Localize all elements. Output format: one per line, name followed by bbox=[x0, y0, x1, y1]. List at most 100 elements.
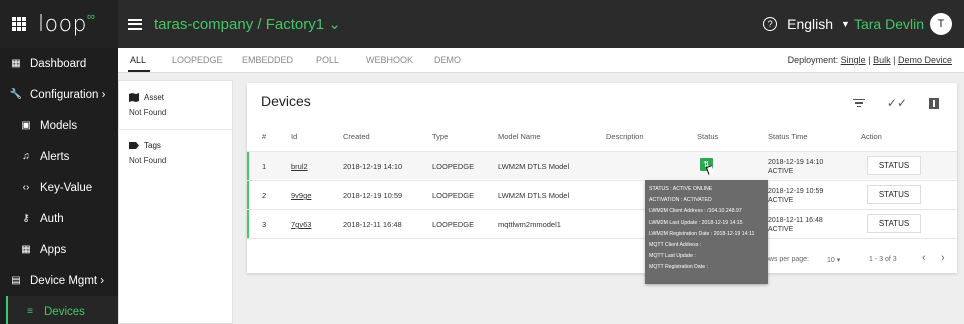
column-header[interactable]: Type bbox=[432, 132, 448, 141]
dashboard-icon: ▦ bbox=[11, 58, 21, 69]
sidebar-item-dashboard[interactable]: ▦ Dashboard bbox=[0, 48, 118, 79]
model-cell: LWM2M DTLS Model bbox=[498, 162, 570, 171]
tab-embedded[interactable]: EMBEDDED bbox=[242, 55, 293, 65]
column-header: Action bbox=[861, 132, 882, 141]
breadcrumb[interactable]: taras-company / Factory1 ⌄ bbox=[154, 15, 341, 33]
brand[interactable]: loop∞ bbox=[0, 0, 118, 48]
model-cell: mqttlwm2mmodel1 bbox=[498, 220, 561, 229]
column-header[interactable]: Created bbox=[343, 132, 370, 141]
table-row[interactable]: 1 brul2 2018-12-19 14:10 LOOPEDGE LWM2M … bbox=[247, 151, 957, 180]
column-header[interactable]: Status Time bbox=[768, 132, 808, 141]
tab-loopedge[interactable]: LOOPEDGE bbox=[172, 55, 223, 65]
next-page-button[interactable]: › bbox=[941, 252, 945, 264]
created-cell: 2018-12-19 10:59 bbox=[343, 191, 403, 200]
rows-per-page-select[interactable]: 10 ▾ bbox=[827, 256, 840, 264]
status-time-cell: 2018-12-19 14:10 ACTIVE bbox=[768, 159, 824, 175]
column-header[interactable]: Model Name bbox=[498, 132, 541, 141]
tab-all[interactable]: ALL bbox=[130, 55, 146, 65]
status-button[interactable]: STATUS bbox=[867, 185, 921, 204]
sidebar-item-alerts[interactable]: ♫ Alerts bbox=[0, 141, 118, 172]
active-tab-indicator bbox=[128, 70, 150, 72]
sidebar-item-label: Key-Value bbox=[40, 181, 93, 194]
device-type-tabs: ALL LOOPEDGE EMBEDDED POLL WEBHOOK DEMO … bbox=[118, 48, 964, 73]
sidebar-item-models[interactable]: ▣ Models bbox=[0, 110, 118, 141]
deployment-single-link[interactable]: Single bbox=[841, 55, 866, 65]
tooltip-line: LWM2M Last Update : 2018-12-19 14:15 bbox=[649, 219, 743, 226]
device-id-link[interactable]: brul2 bbox=[291, 162, 308, 171]
apps-grid-icon[interactable] bbox=[12, 17, 26, 31]
table-row[interactable]: 3 7gv63 2018-12-11 16:48 LOOPEDGE mqttlw… bbox=[247, 209, 957, 238]
tab-poll[interactable]: POLL bbox=[316, 55, 339, 65]
double-check-icon[interactable]: ✓✓ bbox=[887, 96, 907, 110]
wrench-icon: 🔧 bbox=[9, 89, 23, 100]
previous-page-button[interactable]: ‹ bbox=[922, 252, 926, 264]
top-right-controls: ? English ▼ Tara Devlin T bbox=[763, 13, 964, 35]
column-header[interactable]: Id bbox=[291, 132, 297, 141]
tab-demo[interactable]: DEMO bbox=[434, 55, 461, 65]
language-selector[interactable]: English bbox=[787, 16, 833, 32]
sidebar-item-device-mgmt[interactable]: ▤ Device Mgmt › bbox=[0, 265, 118, 296]
device-mgmt-icon: ▤ bbox=[11, 275, 21, 286]
app-logo[interactable]: loop∞ bbox=[38, 10, 95, 36]
tags-filter-title: Tags bbox=[144, 141, 161, 150]
status-button[interactable]: STATUS bbox=[867, 214, 921, 233]
asset-filter-title: Asset bbox=[144, 93, 165, 102]
page-title: Devices bbox=[261, 93, 311, 109]
pagination-range: 1 - 3 of 3 bbox=[869, 256, 897, 263]
type-cell: LOOPEDGE bbox=[432, 220, 475, 229]
sidebar-item-label: Configuration › bbox=[30, 88, 106, 101]
sidebar-item-label: Models bbox=[40, 119, 78, 132]
tags-filter-value: Not Found bbox=[129, 156, 167, 165]
column-header[interactable]: Status bbox=[697, 132, 718, 141]
sidebar-item-label: Dashboard bbox=[30, 57, 87, 70]
tags-filter[interactable]: Tags Not Found bbox=[129, 141, 166, 165]
table-row[interactable]: 2 9v9ge 2018-12-19 10:59 LOOPEDGE LWM2M … bbox=[247, 180, 957, 209]
deployment-demo-link[interactable]: Demo Device bbox=[898, 55, 952, 65]
created-cell: 2018-12-11 16:48 bbox=[343, 220, 402, 229]
sidebar: ▦ Dashboard 🔧 Configuration › ▣ Models ♫… bbox=[0, 48, 118, 324]
sidebar-item-key-value[interactable]: ‹› Key-Value bbox=[0, 172, 118, 203]
deployment-links: Deployment: Single | Bulk | Demo Device bbox=[787, 55, 952, 65]
filter-icon[interactable] bbox=[852, 98, 865, 108]
column-header[interactable]: Description bbox=[606, 132, 644, 141]
sidebar-item-label: Devices bbox=[44, 305, 85, 318]
status-time-cell: 2018-12-11 16:48 ACTIVE bbox=[768, 217, 823, 233]
map-icon[interactable] bbox=[929, 97, 939, 109]
status-button[interactable]: STATUS bbox=[867, 156, 921, 175]
tooltip-line: MQTT Registration Date : bbox=[649, 264, 709, 271]
map-icon bbox=[129, 93, 139, 102]
table-header: # Id Created Type Model Name Description… bbox=[247, 128, 957, 146]
asset-filter-value: Not Found bbox=[129, 108, 167, 117]
model-cell: LWM2M DTLS Model bbox=[498, 191, 570, 200]
tooltip-line: LWM2M Registration Date : 2018-12-19 14:… bbox=[649, 230, 755, 237]
type-cell: LOOPEDGE bbox=[432, 162, 475, 171]
row-number: 2 bbox=[262, 191, 267, 200]
question-circle-icon[interactable]: ? bbox=[763, 17, 778, 31]
tab-webhook[interactable]: WEBHOOK bbox=[366, 55, 413, 65]
sidebar-item-devices[interactable]: ≡ Devices bbox=[6, 296, 118, 324]
chevron-down-icon[interactable]: ▼ bbox=[841, 19, 850, 29]
tooltip-line: MQTT Last Update : bbox=[649, 253, 696, 260]
device-id-link[interactable]: 9v9ge bbox=[291, 191, 311, 200]
sidebar-item-label: Alerts bbox=[40, 150, 70, 163]
device-id-link[interactable]: 7gv63 bbox=[291, 220, 311, 229]
row-indicator bbox=[247, 181, 249, 209]
user-name[interactable]: Tara Devlin bbox=[854, 16, 924, 32]
sidebar-item-configuration[interactable]: 🔧 Configuration › bbox=[0, 79, 118, 110]
devices-card: Devices ✓✓ # Id Created Type Model Name … bbox=[247, 83, 957, 273]
list-icon: ≡ bbox=[27, 306, 33, 317]
asset-filter[interactable]: Asset Not Found bbox=[129, 93, 166, 117]
apps-grid-icon: ▦ bbox=[21, 244, 31, 255]
avatar[interactable]: T bbox=[930, 13, 952, 35]
menu-icon[interactable] bbox=[128, 18, 142, 30]
sidebar-item-label: Auth bbox=[40, 212, 64, 225]
sidebar-item-label: Device Mgmt › bbox=[30, 274, 105, 287]
sidebar-item-auth[interactable]: ⚷ Auth bbox=[0, 203, 118, 234]
divider bbox=[247, 238, 957, 239]
divider bbox=[119, 129, 232, 130]
tooltip-line: MQTT Client Address : bbox=[649, 241, 702, 248]
tooltip-line: STATUS : ACTIVE ONLINE bbox=[649, 186, 713, 192]
deployment-bulk-link[interactable]: Bulk bbox=[873, 55, 891, 65]
tag-icon bbox=[129, 142, 139, 149]
sidebar-item-apps[interactable]: ▦ Apps bbox=[0, 234, 118, 265]
